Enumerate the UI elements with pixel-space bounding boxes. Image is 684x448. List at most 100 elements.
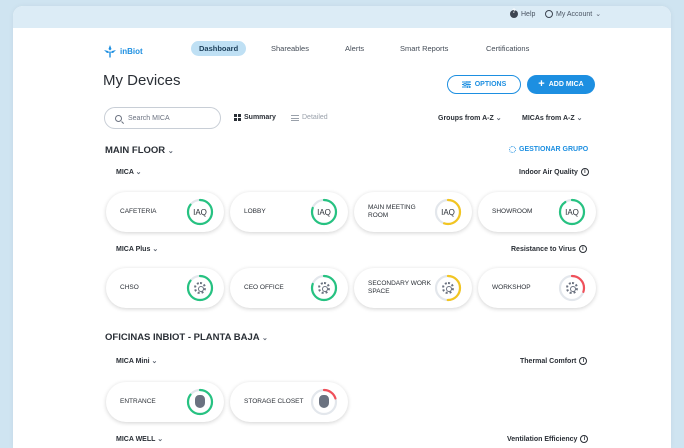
help-label: Help xyxy=(521,10,536,18)
summary-view-toggle[interactable]: Summary xyxy=(234,114,276,121)
device-name: CHSO xyxy=(120,283,139,291)
info-icon[interactable]: i xyxy=(578,245,587,253)
chevron-down-icon: ⌄ xyxy=(167,148,174,155)
device-card[interactable]: LOBBY IAQ xyxy=(230,192,348,232)
help-link[interactable]: Help xyxy=(510,9,536,18)
micas-sort-dropdown[interactable]: MICAs from A-Z ⌄ xyxy=(522,114,582,122)
chevron-down-icon: ⌄ xyxy=(152,246,159,253)
micas-sort-label: MICAs from A-Z xyxy=(522,115,575,122)
device-type-label: MICA WELL xyxy=(116,436,156,443)
chevron-down-icon: ⌄ xyxy=(261,335,268,342)
chevron-down-icon: ⌄ xyxy=(595,11,602,18)
thermometer-icon xyxy=(319,395,329,408)
manage-group-button[interactable]: GESTIONAR GRUPO xyxy=(509,146,588,153)
tab-alerts[interactable]: Alerts xyxy=(345,44,364,53)
metric-name: Indoor Air Quality xyxy=(519,168,578,176)
chevron-down-icon: ⌄ xyxy=(495,115,502,122)
sliders-icon xyxy=(461,81,471,88)
metric-label-thermal: Thermal Comfort i xyxy=(520,357,588,365)
list-icon xyxy=(291,114,299,121)
device-card[interactable]: CEO OFFICE xyxy=(230,268,348,308)
virus-gauge xyxy=(186,274,214,302)
detailed-label: Detailed xyxy=(302,114,328,121)
device-type-selector[interactable]: MICA WELL ⌄ xyxy=(116,435,163,443)
device-card[interactable]: STORAGE CLOSET xyxy=(230,382,348,422)
chevron-down-icon: ⌄ xyxy=(576,115,583,122)
iaq-gauge: IAQ xyxy=(558,198,586,226)
user-icon xyxy=(545,10,553,18)
device-name: STORAGE CLOSET xyxy=(244,397,304,405)
device-type-label: MICA Mini xyxy=(116,358,150,365)
thermal-gauge xyxy=(310,388,338,416)
search-icon xyxy=(115,114,122,122)
plus-icon: + xyxy=(538,78,545,90)
device-name: SECONDARY WORK SPACE xyxy=(368,279,431,295)
iaq-gauge: IAQ xyxy=(186,198,214,226)
gear-icon xyxy=(194,282,206,294)
group-title-oficinas[interactable]: OFICINAS INBIOT - PLANTA BAJA ⌄ xyxy=(105,332,268,343)
help-icon xyxy=(510,9,518,18)
search-placeholder: Search MICA xyxy=(128,114,170,122)
device-type-selector[interactable]: MICA ⌄ xyxy=(116,168,141,176)
tab-smart-reports[interactable]: Smart Reports xyxy=(400,44,448,53)
iaq-gauge: IAQ xyxy=(310,198,338,226)
device-card[interactable]: MAIN MEETING ROOM IAQ xyxy=(354,192,472,232)
tab-dashboard[interactable]: Dashboard xyxy=(191,41,247,56)
tab-shareables[interactable]: Shareables xyxy=(271,44,309,53)
device-card[interactable]: WORKSHOP xyxy=(478,268,596,308)
info-icon[interactable]: i xyxy=(580,168,589,176)
detailed-view-toggle[interactable]: Detailed xyxy=(291,114,328,121)
add-mica-label: ADD MICA xyxy=(548,81,584,88)
summary-label: Summary xyxy=(244,114,276,121)
top-bar: Help My Account ⌄ xyxy=(13,6,671,28)
thermal-gauge xyxy=(186,388,214,416)
info-icon[interactable]: i xyxy=(580,435,589,443)
device-card[interactable]: ENTRANCE xyxy=(106,382,224,422)
metric-label-ventilation: Ventilation Efficiency i xyxy=(507,435,589,443)
logo-icon xyxy=(104,45,116,58)
add-mica-button[interactable]: + ADD MICA xyxy=(527,75,595,94)
groups-sort-dropdown[interactable]: Groups from A-Z ⌄ xyxy=(438,114,502,122)
info-icon[interactable]: i xyxy=(579,357,588,365)
device-name: SHOWROOM xyxy=(492,207,533,215)
virus-gauge xyxy=(310,274,338,302)
device-name: CAFETERIA xyxy=(120,207,157,215)
group-title-main-floor[interactable]: MAIN FLOOR ⌄ xyxy=(105,145,174,156)
gauge-label: IAQ xyxy=(317,207,331,217)
gear-icon xyxy=(442,282,454,294)
device-type-selector[interactable]: MICA Mini ⌄ xyxy=(116,357,157,365)
gauge-label: IAQ xyxy=(441,207,455,217)
metric-name: Resistance to Virus xyxy=(511,245,576,253)
gear-icon xyxy=(318,282,330,294)
iaq-gauge: IAQ xyxy=(434,198,462,226)
options-label: OPTIONS xyxy=(474,81,507,88)
page-title: My Devices xyxy=(103,72,181,89)
tab-certifications[interactable]: Certifications xyxy=(486,44,529,53)
chevron-down-icon: ⌄ xyxy=(151,358,158,365)
virus-gauge xyxy=(558,274,586,302)
account-menu[interactable]: My Account ⌄ xyxy=(545,10,601,18)
group-title-label: OFICINAS INBIOT - PLANTA BAJA xyxy=(105,332,260,343)
gauge-label: IAQ xyxy=(193,207,207,217)
gear-icon xyxy=(566,282,578,294)
device-type-label: MICA xyxy=(116,169,134,176)
options-button[interactable]: OPTIONS xyxy=(447,75,521,94)
search-input[interactable]: Search MICA xyxy=(104,107,221,129)
device-name: LOBBY xyxy=(244,207,266,215)
device-card[interactable]: SHOWROOM IAQ xyxy=(478,192,596,232)
account-label: My Account xyxy=(556,10,593,18)
app-window: Help My Account ⌄ inBiot Dashboard Share… xyxy=(13,6,671,448)
brand-logo[interactable]: inBiot xyxy=(103,44,143,58)
grid-icon xyxy=(234,114,241,121)
device-card[interactable]: CAFETERIA IAQ xyxy=(106,192,224,232)
groups-sort-label: Groups from A-Z xyxy=(438,115,494,122)
device-name: WORKSHOP xyxy=(492,283,531,291)
virus-gauge xyxy=(434,274,462,302)
metric-name: Ventilation Efficiency xyxy=(507,435,578,443)
device-card[interactable]: SECONDARY WORK SPACE xyxy=(354,268,472,308)
device-type-selector[interactable]: MICA Plus ⌄ xyxy=(116,245,158,253)
device-name: CEO OFFICE xyxy=(244,283,284,291)
device-card[interactable]: CHSO xyxy=(106,268,224,308)
gauge-label: IAQ xyxy=(565,207,579,217)
metric-label-virus: Resistance to Virus i xyxy=(511,245,587,253)
